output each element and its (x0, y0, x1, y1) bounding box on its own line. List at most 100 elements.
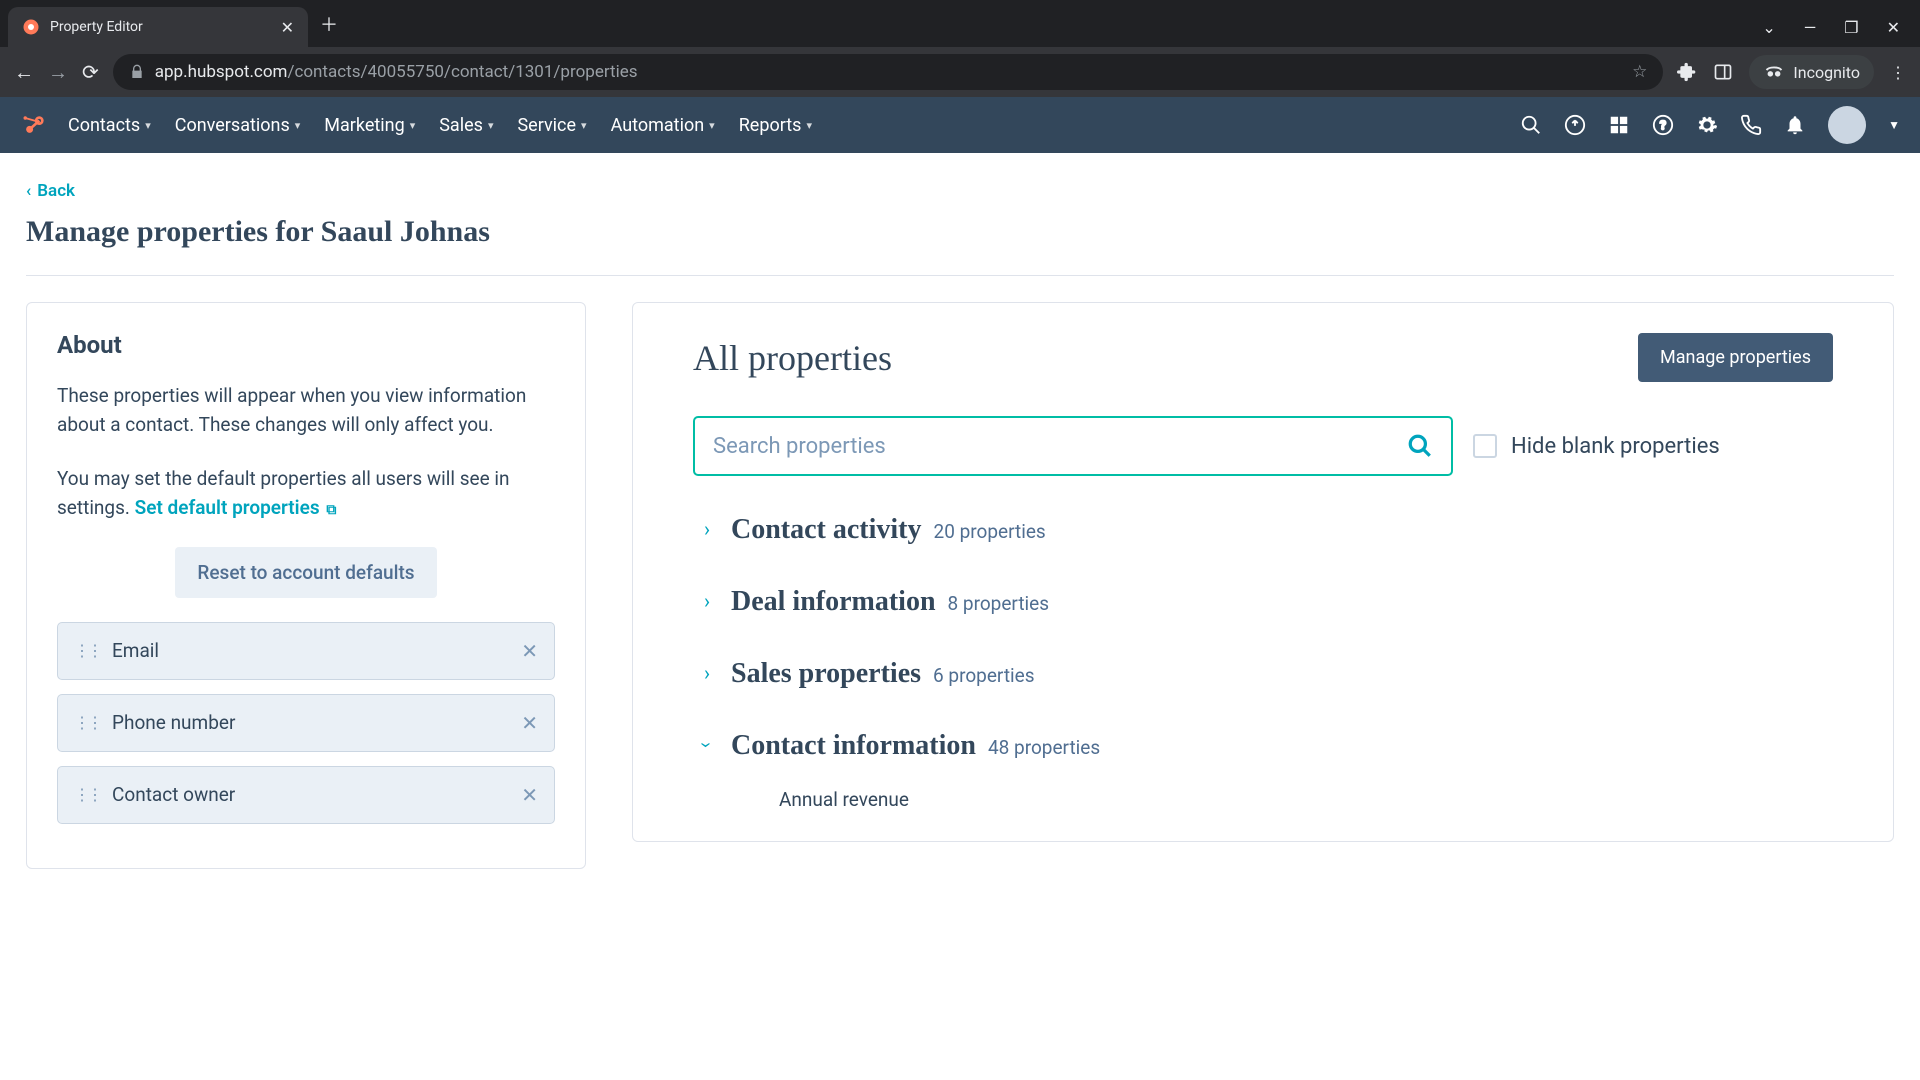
search-properties-box[interactable] (693, 416, 1453, 476)
property-pill[interactable]: ⋮⋮ Phone number ✕ (57, 694, 555, 752)
manage-properties-button[interactable]: Manage properties (1638, 333, 1833, 382)
url-text: app.hubspot.com/contacts/40055750/contac… (155, 62, 638, 82)
page-title: Manage properties for Saaul Johnas (26, 215, 1894, 249)
window-controls: ⌄ ― ❐ ✕ (1762, 18, 1920, 47)
star-icon[interactable]: ☆ (1632, 62, 1647, 82)
page-scroll-area[interactable]: ‹ Back Manage properties for Saaul Johna… (0, 153, 1920, 1080)
external-link-icon: ⧉ (326, 502, 336, 518)
set-default-properties-link[interactable]: Set default properties ⧉ (135, 496, 337, 519)
upgrade-icon[interactable] (1564, 114, 1586, 136)
new-tab-button[interactable]: ＋ (320, 11, 338, 37)
hubspot-favicon-icon (22, 18, 40, 36)
lock-icon (129, 64, 145, 80)
property-pill-label: Contact owner (112, 783, 235, 806)
chevron-down-icon: ▾ (806, 119, 812, 132)
property-group-name: Contact activity (731, 514, 922, 546)
about-description-1: These properties will appear when you vi… (57, 381, 555, 440)
browser-tab-strip: Property Editor ✕ ＋ ⌄ ― ❐ ✕ (0, 0, 1920, 47)
chevron-right-icon: › (695, 589, 719, 613)
nav-label: Service (517, 115, 576, 136)
property-group[interactable]: › Contact information 48 properties (693, 710, 1833, 782)
address-bar[interactable]: app.hubspot.com/contacts/40055750/contac… (113, 54, 1664, 90)
help-icon[interactable]: ? (1652, 114, 1674, 136)
nav-label: Reports (739, 115, 802, 136)
property-group-name: Contact information (731, 730, 976, 762)
nav-label: Marketing (324, 115, 404, 136)
drag-handle-icon[interactable]: ⋮⋮ (74, 641, 100, 660)
reload-icon[interactable]: ⟳ (82, 60, 99, 84)
chevron-down-icon: ▾ (488, 119, 494, 132)
about-card: About These properties will appear when … (26, 302, 586, 869)
back-link[interactable]: ‹ Back (26, 181, 75, 201)
all-properties-card: All properties Manage properties Hide bl… (632, 302, 1894, 842)
hide-blank-checkbox-label[interactable]: Hide blank properties (1473, 434, 1720, 459)
chevron-down-icon: › (695, 733, 719, 757)
drag-handle-icon[interactable]: ⋮⋮ (74, 713, 100, 732)
side-panel-icon[interactable] (1713, 62, 1733, 82)
divider (26, 275, 1894, 276)
notifications-icon[interactable] (1784, 114, 1806, 136)
property-group-count: 20 properties (934, 520, 1046, 543)
forward-icon: → (48, 60, 68, 85)
browser-tab[interactable]: Property Editor ✕ (8, 7, 308, 47)
remove-property-icon[interactable]: ✕ (521, 783, 538, 807)
maximize-icon[interactable]: ❐ (1844, 18, 1858, 37)
marketplace-icon[interactable] (1608, 114, 1630, 136)
extensions-icon[interactable] (1677, 62, 1697, 82)
calling-icon[interactable] (1740, 114, 1762, 136)
minimize-icon[interactable]: ― (1804, 18, 1817, 37)
tabs-dropdown-icon[interactable]: ⌄ (1762, 18, 1775, 37)
property-pill-label: Phone number (112, 711, 235, 734)
remove-property-icon[interactable]: ✕ (521, 711, 538, 735)
search-properties-input[interactable] (713, 434, 1407, 459)
nav-item-contacts[interactable]: Contacts▾ (56, 115, 163, 136)
property-pill[interactable]: ⋮⋮ Contact owner ✕ (57, 766, 555, 824)
nav-item-service[interactable]: Service▾ (505, 115, 598, 136)
app-header: Contacts▾Conversations▾Marketing▾Sales▾S… (0, 97, 1920, 153)
settings-icon[interactable] (1696, 114, 1718, 136)
nav-item-sales[interactable]: Sales ▾ (427, 115, 505, 136)
reset-defaults-button[interactable]: Reset to account defaults (175, 547, 436, 598)
property-item[interactable]: Annual revenue (693, 782, 1833, 811)
chevron-right-icon: › (695, 661, 719, 685)
close-window-icon[interactable]: ✕ (1887, 18, 1900, 37)
chevron-down-icon: ▾ (709, 119, 715, 132)
property-group[interactable]: › Contact activity 20 properties (693, 494, 1833, 566)
property-pill[interactable]: ⋮⋮Email✕ (57, 622, 555, 680)
user-avatar[interactable] (1828, 106, 1866, 144)
incognito-icon (1763, 61, 1785, 83)
property-group-count: 8 properties (948, 592, 1050, 615)
browser-toolbar: ← → ⟳ app.hubspot.com/contacts/40055750/… (0, 47, 1920, 97)
hide-blank-label: Hide blank properties (1511, 434, 1720, 459)
nav-item-conversations[interactable]: Conversations ▾ (163, 115, 313, 136)
incognito-badge: Incognito (1749, 55, 1874, 89)
all-properties-heading: All properties (693, 337, 892, 379)
remove-property-icon[interactable]: ✕ (521, 639, 538, 663)
nav-label: Sales (439, 115, 483, 136)
property-group[interactable]: ›Sales properties6 properties (693, 638, 1833, 710)
drag-handle-icon[interactable]: ⋮⋮ (74, 785, 100, 804)
chevron-right-icon: › (695, 517, 719, 541)
nav-item-marketing[interactable]: Marketing ▾ (312, 115, 427, 136)
tab-title: Property Editor (50, 19, 271, 35)
back-icon[interactable]: ← (14, 60, 34, 85)
account-menu-caret-icon[interactable]: ▼ (1888, 118, 1900, 132)
incognito-label: Incognito (1793, 63, 1860, 82)
search-icon[interactable] (1520, 114, 1542, 136)
nav-item-reports[interactable]: Reports ▾ (727, 115, 824, 136)
search-icon[interactable] (1407, 433, 1433, 459)
chevron-left-icon: ‹ (26, 181, 31, 201)
chevron-down-icon: ▾ (295, 119, 301, 132)
property-group[interactable]: ›Deal information8 properties (693, 566, 1833, 638)
nav-label: Conversations (175, 115, 290, 136)
svg-text:?: ? (1660, 119, 1666, 134)
tab-close-icon[interactable]: ✕ (281, 18, 294, 37)
hubspot-logo-icon[interactable] (20, 111, 48, 139)
nav-item-automation[interactable]: Automation▾ (599, 115, 727, 136)
hide-blank-checkbox[interactable] (1473, 434, 1497, 458)
nav-label: Contacts (68, 115, 140, 136)
property-group-count: 48 properties (988, 736, 1100, 759)
chevron-down-icon: ▾ (410, 119, 416, 132)
back-label: Back (37, 181, 75, 201)
menu-icon[interactable]: ⋮ (1890, 63, 1906, 82)
